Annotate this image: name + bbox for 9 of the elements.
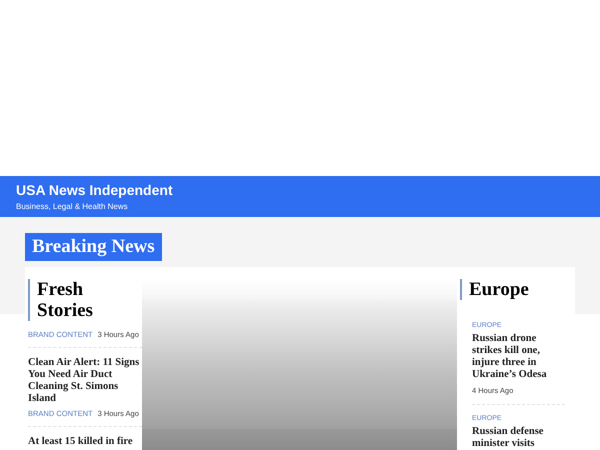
- article-title[interactable]: At least 15 killed in fire: [28, 436, 142, 448]
- site-title[interactable]: USA News Independent: [16, 181, 173, 199]
- article-title[interactable]: Russian defense minister visits: [472, 426, 565, 450]
- article-title[interactable]: Clean Air Alert: 11 Signs You Need Air Duct Cleaning St. Simons Island: [28, 357, 142, 405]
- article-title[interactable]: Russian drone strikes kill one, injure three in Ukraine’s Odesa: [472, 333, 565, 381]
- column-heading: Europe: [460, 279, 529, 300]
- section-title: Breaking News: [25, 233, 162, 261]
- site-tagline: Business, Legal & Health News: [16, 201, 128, 213]
- column-heading: Fresh Stories: [28, 279, 138, 321]
